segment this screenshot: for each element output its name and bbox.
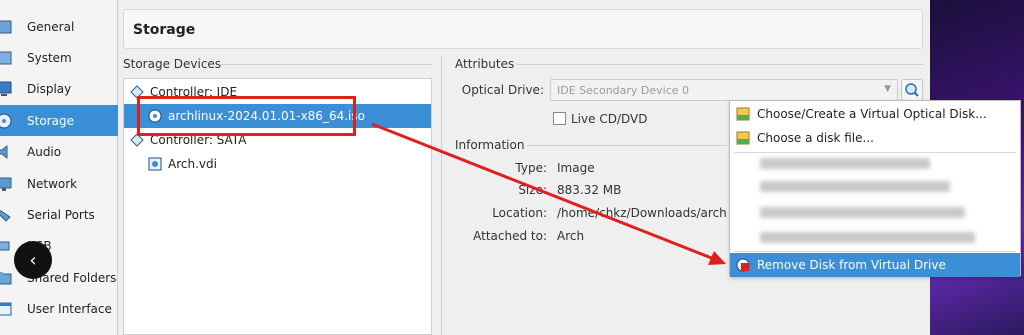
choose-disk-button[interactable] — [901, 79, 923, 101]
sidebar-item-audio[interactable]: Audio — [0, 136, 118, 167]
recent-disk-item-blurred[interactable] — [760, 207, 965, 218]
shared-folders-icon — [0, 268, 14, 288]
attached-to-label: Attached to: — [473, 229, 547, 243]
user-interface-icon — [0, 299, 14, 319]
serial-ports-icon — [0, 205, 14, 225]
live-cd-label: Live CD/DVD — [571, 112, 648, 126]
storage-devices-heading: Storage Devices — [123, 57, 222, 71]
recent-disk-item-blurred[interactable] — [760, 158, 930, 169]
tree-row-disk-vdi[interactable]: Arch.vdi — [124, 152, 431, 176]
remove-disk-icon — [736, 258, 750, 272]
menu-separator — [734, 152, 1016, 153]
size-value: 883.32 MB — [557, 183, 622, 197]
recent-disk-item-blurred[interactable] — [760, 232, 975, 243]
menu-item-choose-file[interactable]: Choose a disk file... — [730, 126, 1020, 150]
optical-disk-add-icon — [736, 107, 750, 121]
general-icon — [0, 17, 14, 37]
menu-separator — [734, 251, 1016, 252]
panel-splitter[interactable] — [441, 55, 442, 335]
optical-disk-search-icon — [905, 83, 919, 97]
sidebar-item-display[interactable]: Display — [0, 73, 118, 104]
audio-icon — [0, 142, 14, 162]
optical-disk-menu: Choose/Create a Virtual Optical Disk... … — [729, 100, 1021, 277]
attached-to-value: Arch — [557, 229, 585, 243]
sidebar-item-network[interactable]: Network — [0, 168, 118, 199]
storage-icon — [0, 111, 14, 131]
sidebar-item-system[interactable]: System — [0, 42, 118, 73]
sidebar-item-storage[interactable]: Storage — [0, 105, 118, 136]
sidebar-item-user-interface[interactable]: User Interface — [0, 293, 118, 324]
display-icon — [0, 79, 14, 99]
optical-drive-select[interactable]: IDE Secondary Device 0 ▼ — [550, 79, 898, 101]
size-label: Size: — [518, 183, 547, 197]
sidebar-item-general[interactable]: General — [0, 11, 118, 42]
type-value: Image — [557, 161, 595, 175]
annotation-highlight-box — [137, 96, 356, 136]
sidebar-item-serial-ports[interactable]: Serial Ports — [0, 199, 118, 230]
hard-disk-icon — [148, 157, 162, 171]
settings-sidebar: General System Display Storage Audio Net… — [0, 0, 118, 335]
disk-file-icon — [736, 131, 750, 145]
page-header: Storage — [123, 9, 923, 49]
attributes-heading: Attributes — [455, 57, 515, 71]
recent-disk-item-blurred[interactable] — [760, 181, 950, 192]
page-title: Storage — [133, 22, 196, 38]
type-label: Type: — [515, 161, 547, 175]
live-cd-checkbox[interactable] — [553, 112, 566, 125]
back-button[interactable]: ‹ — [14, 241, 52, 279]
information-heading: Information — [455, 138, 525, 152]
menu-item-choose-create[interactable]: Choose/Create a Virtual Optical Disk... — [730, 102, 1020, 126]
location-label: Location: — [492, 206, 547, 220]
location-value: /home/chkz/Downloads/archlin — [557, 206, 727, 220]
section-divider — [527, 145, 727, 146]
network-icon — [0, 174, 14, 194]
section-divider — [219, 64, 432, 65]
section-divider — [517, 64, 923, 65]
menu-item-remove-disk[interactable]: Remove Disk from Virtual Drive — [730, 253, 1020, 277]
system-icon — [0, 48, 14, 68]
usb-icon — [0, 236, 14, 256]
chevron-down-icon: ▼ — [884, 84, 891, 94]
optical-drive-label: Optical Drive: — [461, 83, 544, 97]
chevron-left-icon: ‹ — [29, 249, 37, 271]
